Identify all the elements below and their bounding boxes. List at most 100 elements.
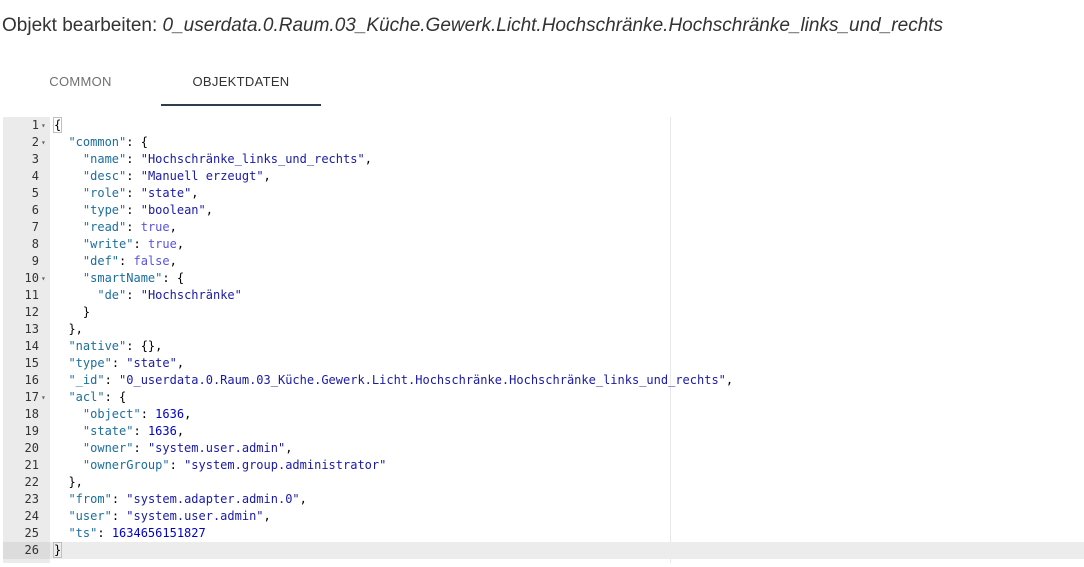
code-line[interactable]: 13 }, xyxy=(3,321,1084,338)
fold-toggle-icon[interactable]: ▾ xyxy=(41,134,50,151)
tab-bar: COMMON OBJEKTDATEN xyxy=(0,58,1084,108)
code-line[interactable]: 19 "state": 1636, xyxy=(3,423,1084,440)
tab-common[interactable]: COMMON xyxy=(0,58,161,106)
code-token: "state" xyxy=(82,424,134,438)
code-token: , xyxy=(725,373,734,387)
code-line[interactable]: 23 "from": "system.adapter.admin.0", xyxy=(3,491,1084,508)
line-number: 15 xyxy=(24,356,39,370)
code-token: 1634656151827 xyxy=(111,526,206,540)
code-token: : xyxy=(97,526,112,540)
code-token: "ownerGroup" xyxy=(82,458,170,472)
code-token: : xyxy=(111,356,127,370)
code-line[interactable]: 15 "type": "state", xyxy=(3,355,1084,372)
code-line[interactable]: 12 } xyxy=(3,304,1084,321)
line-number: 11 xyxy=(24,288,39,302)
code-text: "desc": "Manuell erzeugt", xyxy=(54,168,271,185)
code-line[interactable]: 10 ▾ "smartName": { xyxy=(3,270,1084,287)
code-token: 1636 xyxy=(155,407,185,421)
code-token: , xyxy=(191,186,199,200)
code-text: } xyxy=(52,542,63,559)
code-token: "system.adapter.admin.0" xyxy=(126,492,300,506)
line-number: 19 xyxy=(24,424,39,438)
code-token: , xyxy=(176,237,185,251)
line-number: 22 xyxy=(24,475,39,489)
code-token: : xyxy=(133,441,148,455)
code-line[interactable]: 16 "_id": "0_userdata.0.Raum.03_Küche.Ge… xyxy=(3,372,1084,389)
code-text: "native": {}, xyxy=(54,338,162,355)
code-token: "def" xyxy=(82,254,120,268)
code-lines[interactable]: 1 ▾{2 ▾ "common": {3 "name": "Hochschränke… xyxy=(3,117,1084,559)
code-line[interactable]: 14 "native": {}, xyxy=(3,338,1084,355)
code-token: : { xyxy=(162,271,185,285)
fold-toggle-icon[interactable]: ▾ xyxy=(41,270,50,287)
code-token: : xyxy=(119,254,134,268)
code-line[interactable]: 22 }, xyxy=(3,474,1084,491)
code-token: , xyxy=(285,441,293,455)
code-token: , xyxy=(263,169,271,183)
code-token: "system.group.administrator" xyxy=(184,458,387,472)
code-line[interactable]: 2 ▾ "common": { xyxy=(3,134,1084,151)
json-editor[interactable]: 1 ▾{2 ▾ "common": {3 "name": "Hochschränke… xyxy=(3,117,1084,563)
line-number: 8 xyxy=(31,237,39,251)
tab-objektdaten[interactable]: OBJEKTDATEN xyxy=(161,58,321,106)
code-token: "system.user.admin" xyxy=(126,509,264,523)
code-line[interactable]: 4 "desc": "Manuell erzeugt", xyxy=(3,168,1084,185)
line-number: 1 xyxy=(31,118,39,132)
code-line[interactable]: 18 "object": 1636, xyxy=(3,406,1084,423)
code-token: false xyxy=(133,254,170,268)
code-token: : xyxy=(126,186,141,200)
code-line[interactable]: 17 ▾ "acl": { xyxy=(3,389,1084,406)
code-token: "state" xyxy=(140,186,192,200)
code-text: }, xyxy=(54,321,83,338)
code-text: "from": "system.adapter.admin.0", xyxy=(54,491,306,508)
code-line[interactable]: 11 "de": "Hochschränke" xyxy=(3,287,1084,304)
code-token: "object" xyxy=(82,407,141,421)
code-line[interactable]: 9 "def": false, xyxy=(3,253,1084,270)
code-token: }, xyxy=(68,475,83,489)
code-token: "system.user.admin" xyxy=(147,441,286,455)
code-text: "de": "Hochschränke" xyxy=(54,287,242,304)
code-token: : xyxy=(126,169,141,183)
code-text: { xyxy=(52,117,63,134)
code-text: "write": true, xyxy=(54,236,184,253)
line-number: 16 xyxy=(24,373,39,387)
code-line[interactable]: 3 "name": "Hochschränke_links_und_rechts… xyxy=(3,151,1084,168)
code-token: true xyxy=(147,237,177,251)
code-token: , xyxy=(169,254,177,268)
code-text: "object": 1636, xyxy=(54,406,191,423)
code-token: , xyxy=(184,407,192,421)
code-text: "type": "boolean", xyxy=(54,202,213,219)
code-token: "owner" xyxy=(82,441,134,455)
code-line[interactable]: 25 "ts": 1634656151827 xyxy=(3,525,1084,542)
code-token: "ts" xyxy=(68,526,98,540)
code-token: : xyxy=(104,373,120,387)
code-line[interactable]: 1 ▾{ xyxy=(3,117,1084,134)
line-number: 25 xyxy=(24,526,39,540)
code-token: "0_userdata.0.Raum.03_Küche.Gewerk.Licht… xyxy=(119,373,726,387)
line-number: 14 xyxy=(24,339,39,353)
code-text: "common": { xyxy=(54,134,148,151)
code-line[interactable]: 20 "owner": "system.user.admin", xyxy=(3,440,1084,457)
code-text: }, xyxy=(54,474,83,491)
code-line[interactable]: 26} xyxy=(3,542,1084,559)
code-token: : xyxy=(111,509,127,523)
fold-toggle-icon[interactable]: ▾ xyxy=(41,389,50,406)
code-line[interactable]: 24 "user": "system.user.admin", xyxy=(3,508,1084,525)
code-token: }, xyxy=(68,322,83,336)
code-line[interactable]: 7 "read": true, xyxy=(3,219,1084,236)
line-number: 13 xyxy=(24,322,39,336)
code-token: , xyxy=(364,152,372,166)
code-line[interactable]: 6 "type": "boolean", xyxy=(3,202,1084,219)
code-line[interactable]: 8 "write": true, xyxy=(3,236,1084,253)
code-token: "Manuell erzeugt" xyxy=(140,169,264,183)
code-token: : { xyxy=(126,135,148,149)
code-token: "desc" xyxy=(82,169,127,183)
line-number: 12 xyxy=(24,305,39,319)
code-line[interactable]: 5 "role": "state", xyxy=(3,185,1084,202)
code-text: } xyxy=(54,304,90,321)
line-number: 2 xyxy=(31,135,39,149)
fold-toggle-icon[interactable]: ▾ xyxy=(41,117,50,134)
code-token: : xyxy=(133,237,148,251)
code-line[interactable]: 21 "ownerGroup": "system.group.administr… xyxy=(3,457,1084,474)
code-token: "acl" xyxy=(68,390,105,404)
